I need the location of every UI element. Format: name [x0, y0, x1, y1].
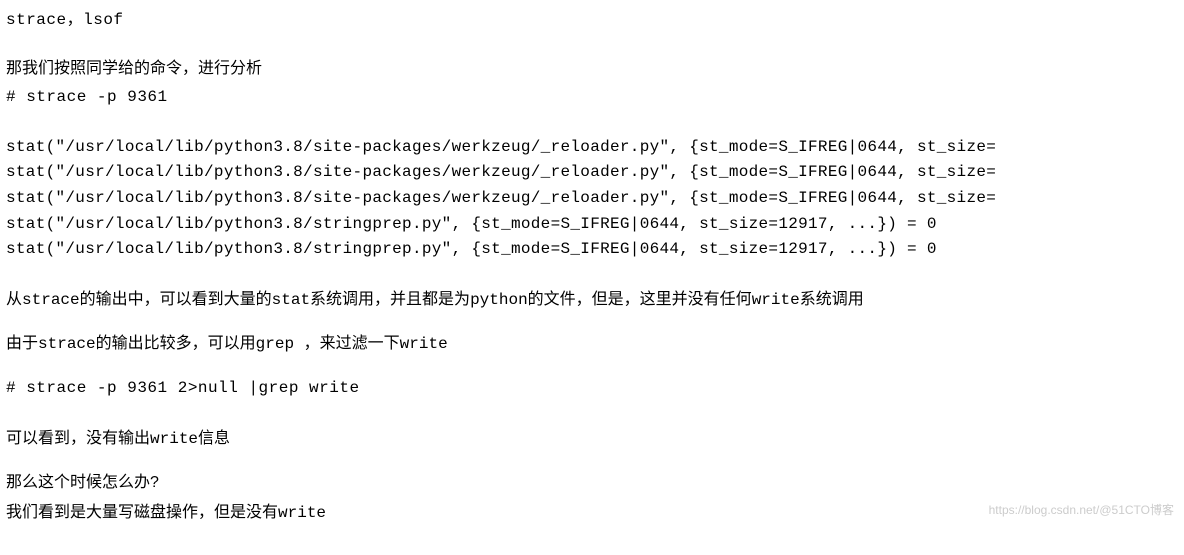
keyword-write: write [278, 504, 326, 522]
text-seg: ，来过滤一下 [304, 335, 400, 352]
text-seg: 的输出中，可以看到大量的 [80, 291, 272, 308]
stat-output-4: stat("/usr/local/lib/python3.8/stringpre… [6, 212, 1178, 238]
text-seg: 可以看到，没有输出 [6, 430, 150, 447]
keyword-stat: stat [272, 291, 310, 309]
explanation-3: 可以看到，没有输出write信息 [6, 426, 1178, 453]
text-seg: 从 [6, 291, 22, 308]
text-seg: 我们看到是大量写磁盘操作，但是没有 [6, 504, 278, 521]
strace-command-2: # strace -p 9361 2>null |grep write [6, 376, 1178, 402]
stat-output-1: stat("/usr/local/lib/python3.8/site-pack… [6, 135, 1178, 161]
explanation-2: 由于strace的输出比较多，可以用grep ，来过滤一下write [6, 331, 1178, 358]
keyword-strace: strace [22, 291, 80, 309]
intro-line: 那我们按照同学给的命令，进行分析 [6, 56, 1178, 82]
stat-output-3: stat("/usr/local/lib/python3.8/site-pack… [6, 186, 1178, 212]
text-seg: 信息 [198, 430, 230, 447]
tools-line: strace，lsof [6, 8, 1178, 34]
stat-output-5: stat("/usr/local/lib/python3.8/stringpre… [6, 237, 1178, 263]
stat-output-2: stat("/usr/local/lib/python3.8/site-pack… [6, 160, 1178, 186]
explanation-1: 从strace的输出中，可以看到大量的stat系统调用，并且都是为python的… [6, 287, 1178, 314]
keyword-strace: strace [38, 335, 96, 353]
text-seg: 系统调用，并且都是为 [310, 291, 470, 308]
keyword-write: write [752, 291, 800, 309]
text-seg: 的输出比较多，可以用 [96, 335, 256, 352]
question-line: 那么这个时候怎么办? [6, 470, 1178, 496]
keyword-write: write [150, 430, 198, 448]
watermark-text: https://blog.csdn.net/@51CTO博客 [989, 501, 1174, 520]
text-seg: 系统调用 [800, 291, 864, 308]
text-seg: 的文件，但是，这里并没有任何 [528, 291, 752, 308]
strace-command-1: # strace -p 9361 [6, 85, 1178, 111]
keyword-python: python [470, 291, 528, 309]
text-seg: 由于 [6, 335, 38, 352]
keyword-grep: grep [256, 335, 304, 353]
keyword-write: write [400, 335, 448, 353]
